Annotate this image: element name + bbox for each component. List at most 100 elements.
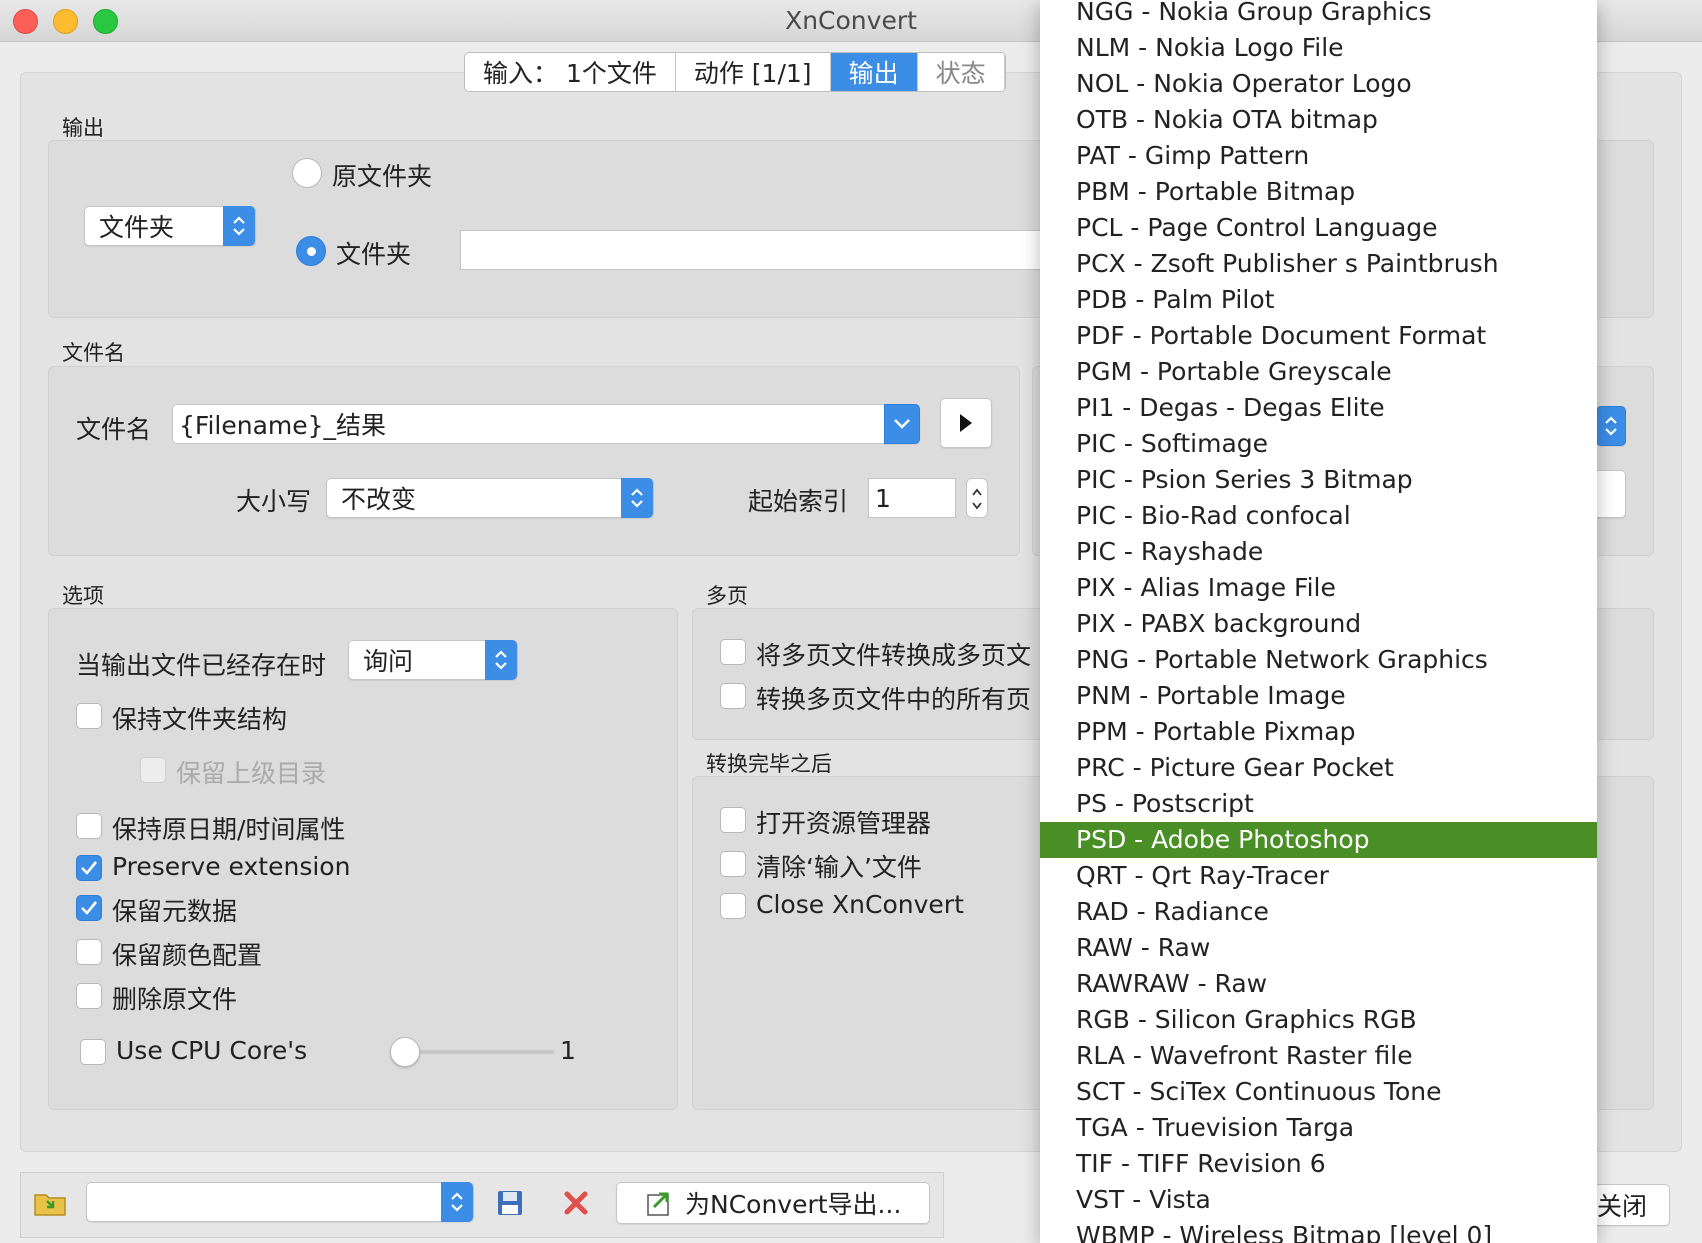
use-cpu-cores-checkbox[interactable] — [80, 1039, 106, 1065]
select-arrows-icon — [223, 206, 255, 246]
preset-select[interactable] — [86, 1182, 474, 1222]
delete-original-checkbox[interactable] — [76, 983, 102, 1009]
format-select-arrows[interactable] — [1596, 406, 1626, 446]
multipage-all-pages-label: 转换多页文件中的所有页 — [756, 685, 1032, 714]
play-arrow-icon — [960, 414, 972, 432]
format-list-item[interactable]: PCX - Zsoft Publisher s Paintbrush — [1040, 246, 1597, 282]
format-list-item[interactable]: VST - Vista — [1040, 1182, 1597, 1218]
format-list-item[interactable]: SCT - SciTex Continuous Tone — [1040, 1074, 1597, 1110]
format-list-item[interactable]: PIC - Rayshade — [1040, 534, 1597, 570]
keep-metadata-checkbox[interactable] — [76, 895, 102, 921]
format-list-item[interactable]: NGG - Nokia Group Graphics — [1040, 0, 1597, 30]
radio-original-folder[interactable] — [292, 158, 322, 188]
delete-preset-button[interactable] — [556, 1184, 596, 1222]
format-list-item[interactable]: OTB - Nokia OTA bitmap — [1040, 102, 1597, 138]
case-label: 大小写 — [236, 487, 312, 516]
keep-folder-structure-label: 保持文件夹结构 — [112, 705, 288, 734]
format-list-item[interactable]: PPM - Portable Pixmap — [1040, 714, 1597, 750]
format-list-item[interactable]: PI1 - Degas - Degas Elite — [1040, 390, 1597, 426]
select-arrows-icon — [441, 1182, 473, 1222]
close-xnconvert-checkbox[interactable] — [720, 893, 746, 919]
format-list-item[interactable]: PRC - Picture Gear Pocket — [1040, 750, 1597, 786]
checkmark-icon — [81, 901, 98, 915]
format-list-item[interactable]: PIX - PABX background — [1040, 606, 1597, 642]
format-list-item[interactable]: PAT - Gimp Pattern — [1040, 138, 1597, 174]
preserve-extension-checkbox[interactable] — [76, 855, 102, 881]
format-list-item[interactable]: PIX - Alias Image File — [1040, 570, 1597, 606]
format-list-item[interactable]: PIC - Psion Series 3 Bitmap — [1040, 462, 1597, 498]
format-dropdown-list: NGG - Nokia Group Graphics NLM - Nokia Lo… — [1040, 0, 1597, 1243]
start-index-input[interactable]: 1 — [868, 478, 956, 518]
format-list-item[interactable]: RGB - Silicon Graphics RGB — [1040, 1002, 1597, 1038]
filename-label: 文件名 — [76, 415, 152, 444]
export-nconvert-label: 为NConvert导出... — [685, 1190, 902, 1219]
tab-input[interactable]: 输入： 1个文件 — [465, 53, 676, 91]
format-list-item[interactable]: RAD - Radiance — [1040, 894, 1597, 930]
format-list-item[interactable]: PBM - Portable Bitmap — [1040, 174, 1597, 210]
tab-status[interactable]: 状态 — [918, 53, 1005, 91]
tab-output[interactable]: 输出 — [830, 53, 918, 91]
format-list-item[interactable]: RAWRAW - Raw — [1040, 966, 1597, 1002]
chevron-down-icon — [894, 419, 910, 429]
format-list-item[interactable]: WBMP - Wireless Bitmap [level 0] — [1040, 1218, 1597, 1243]
format-list-item[interactable]: PNM - Portable Image — [1040, 678, 1597, 714]
output-destination-value: 文件夹 — [99, 213, 175, 242]
clear-input-label: 清除‘输入’文件 — [756, 853, 922, 882]
format-list-item[interactable]: PGM - Portable Greyscale — [1040, 354, 1597, 390]
format-settings-button[interactable] — [1596, 470, 1626, 518]
format-list-item[interactable]: RLA - Wavefront Raster file — [1040, 1038, 1597, 1074]
multipage-convert-checkbox[interactable] — [720, 639, 746, 665]
format-list-item[interactable]: PCL - Page Control Language — [1040, 210, 1597, 246]
file-exists-value: 询问 — [363, 647, 414, 676]
cpu-cores-value: 1 — [560, 1036, 576, 1065]
file-exists-label: 当输出文件已经存在时 — [76, 651, 327, 680]
keep-datetime-label: 保持原日期/时间属性 — [112, 815, 346, 844]
keep-parent-folder-checkbox[interactable] — [140, 757, 166, 783]
keep-folder-structure-checkbox[interactable] — [76, 703, 102, 729]
keep-parent-folder-label: 保留上级目录 — [176, 759, 327, 788]
format-list-item[interactable]: PIC - Bio-Rad confocal — [1040, 498, 1597, 534]
multipage-all-pages-checkbox[interactable] — [720, 683, 746, 709]
format-list-item[interactable]: NOL - Nokia Operator Logo — [1040, 66, 1597, 102]
format-list-item[interactable]: PDF - Portable Document Format — [1040, 318, 1597, 354]
after-conversion-section-label: 转换完毕之后 — [706, 752, 832, 776]
cpu-cores-slider-knob[interactable] — [390, 1037, 420, 1067]
save-preset-button[interactable] — [490, 1184, 530, 1222]
floppy-disk-icon — [498, 1191, 522, 1215]
open-preset-folder-button[interactable] — [30, 1184, 70, 1222]
export-nconvert-button[interactable]: 为NConvert导出... — [616, 1182, 930, 1224]
tab-actions[interactable]: 动作 [1/1] — [676, 53, 831, 91]
start-index-stepper[interactable] — [966, 478, 988, 518]
filename-insert-button[interactable] — [940, 398, 992, 448]
format-list-item[interactable]: RAW - Raw — [1040, 930, 1597, 966]
keep-color-profile-checkbox[interactable] — [76, 939, 102, 965]
output-folder-path-input[interactable] — [460, 230, 1060, 270]
filename-pattern-input[interactable]: {Filename}_结果 — [172, 404, 918, 444]
format-list-item[interactable]: PS - Postscript — [1040, 786, 1597, 822]
output-destination-select[interactable]: 文件夹 — [84, 206, 256, 246]
format-list-item[interactable]: PNG - Portable Network Graphics — [1040, 642, 1597, 678]
multipage-convert-label: 将多页文件转换成多页文 — [756, 641, 1032, 670]
checkmark-icon — [81, 861, 98, 875]
clear-input-checkbox[interactable] — [720, 851, 746, 877]
select-arrows-icon — [621, 478, 653, 518]
multipage-section-label: 多页 — [706, 584, 748, 608]
format-list-item[interactable]: PIC - Softimage — [1040, 426, 1597, 462]
radio-folder[interactable] — [296, 236, 326, 266]
file-exists-select[interactable]: 询问 — [348, 640, 518, 680]
preserve-extension-label: Preserve extension — [112, 852, 351, 881]
format-list-item[interactable]: TGA - Truevision Targa — [1040, 1110, 1597, 1146]
keep-metadata-label: 保留元数据 — [112, 897, 238, 926]
format-list-item[interactable]: NLM - Nokia Logo File — [1040, 30, 1597, 66]
open-explorer-checkbox[interactable] — [720, 807, 746, 833]
format-list-item[interactable]: TIF - TIFF Revision 6 — [1040, 1146, 1597, 1182]
format-list-item[interactable]: QRT - Qrt Ray-Tracer — [1040, 858, 1597, 894]
keep-datetime-checkbox[interactable] — [76, 813, 102, 839]
case-select-value: 不改变 — [341, 485, 417, 514]
case-select[interactable]: 不改变 — [326, 478, 654, 518]
format-list-item[interactable]: PDB - Palm Pilot — [1040, 282, 1597, 318]
filename-pattern-dropdown-button[interactable] — [884, 404, 920, 444]
radio-folder-label: 文件夹 — [336, 240, 412, 269]
tab-bar: 输入： 1个文件 动作 [1/1] 输出 状态 — [464, 52, 1006, 92]
format-list-item-selected[interactable]: PSD - Adobe Photoshop — [1040, 822, 1597, 858]
